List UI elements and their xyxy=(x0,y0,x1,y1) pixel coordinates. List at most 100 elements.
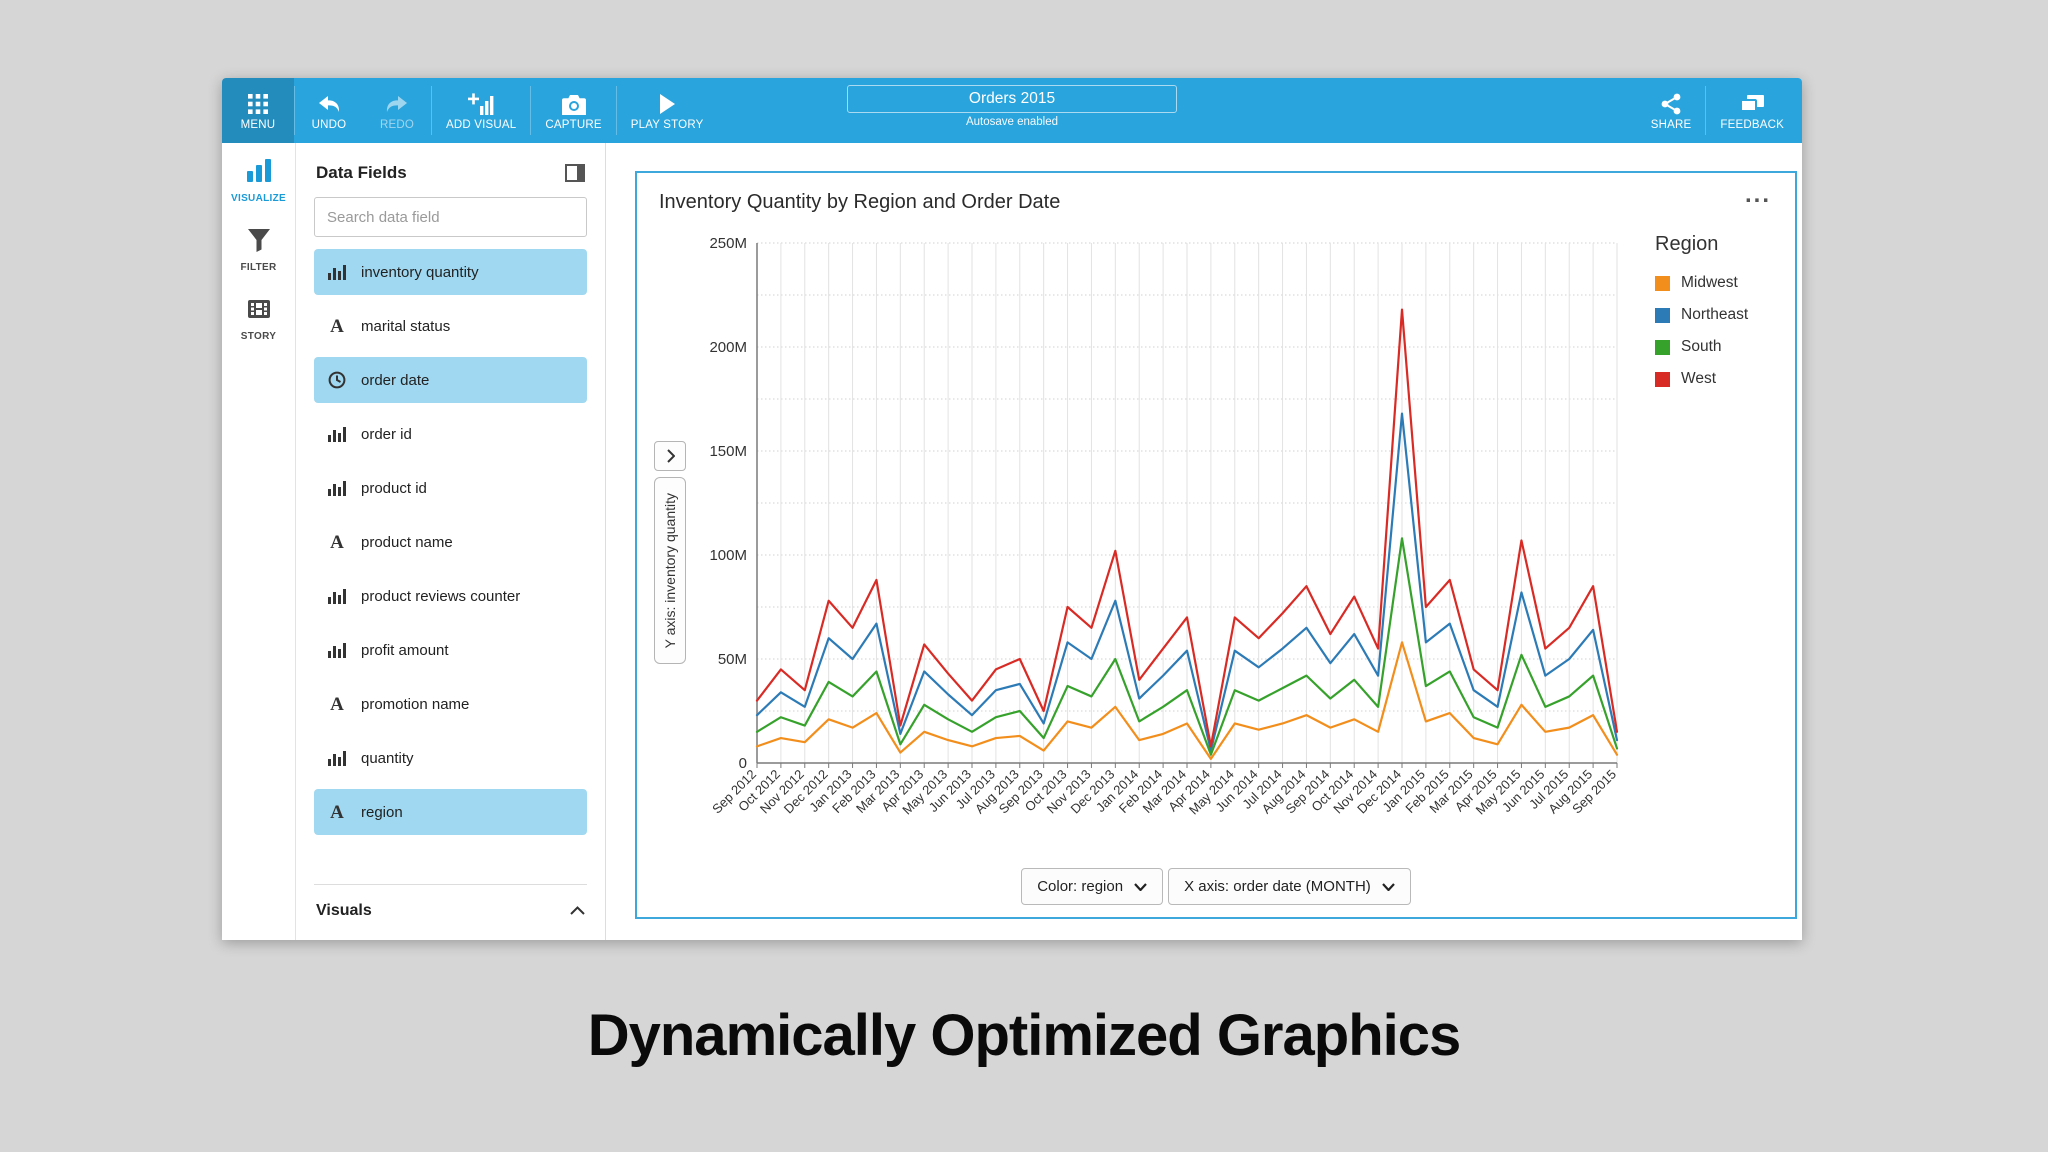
visuals-title: Visuals xyxy=(316,902,372,919)
share-icon xyxy=(1660,91,1682,115)
x-axis-dropdown[interactable]: X axis: order date (MONTH) xyxy=(1168,868,1411,905)
toolbar-button-label: REDO xyxy=(379,118,415,131)
legend-swatch xyxy=(1655,371,1670,387)
letter-a-icon: A xyxy=(330,801,344,823)
field-item-region[interactable]: Aregion xyxy=(314,789,587,835)
legend-title: Region xyxy=(1655,233,1719,255)
visuals-section-header[interactable]: Visuals xyxy=(314,884,587,940)
field-item-marital-status[interactable]: Amarital status xyxy=(314,303,587,349)
mini-bar-chart-icon xyxy=(326,750,348,766)
document-title[interactable]: Orders 2015 xyxy=(847,85,1177,113)
play-story-button[interactable]: PLAY STORY xyxy=(617,78,718,143)
undo-icon xyxy=(317,91,341,115)
field-item-quantity[interactable]: quantity xyxy=(314,735,587,781)
visual-card[interactable]: Inventory Quantity by Region and Order D… xyxy=(635,171,1797,919)
menu-button[interactable]: MENU xyxy=(222,78,294,143)
line-chart[interactable]: 0 50M 100M 150M 200M 250M Sep 2012 Oct 2012 Nov … xyxy=(695,229,1645,879)
field-item-order-date[interactable]: order date xyxy=(314,357,587,403)
field-item-promotion-name[interactable]: Apromotion name xyxy=(314,681,587,727)
field-label: region xyxy=(361,803,403,821)
field-label: order date xyxy=(361,371,430,389)
svg-text:200M: 200M xyxy=(709,339,747,356)
legend-label: Midwest xyxy=(1681,274,1738,291)
field-item-inventory-quantity[interactable]: inventory quantity xyxy=(314,249,587,295)
chevron-up-icon xyxy=(570,902,585,920)
camera-icon xyxy=(561,91,586,115)
sidebar-item-story[interactable]: STORY xyxy=(241,297,276,342)
field-item-profit-amount[interactable]: profit amount xyxy=(314,627,587,673)
legend-label: South xyxy=(1681,338,1722,355)
sidebar-item-visualize[interactable]: VISUALIZE xyxy=(231,159,286,204)
content-area: VISUALIZE FILTER STORY Data Fields Searc… xyxy=(222,143,1802,940)
film-icon xyxy=(247,297,271,326)
field-item-order-id[interactable]: order id xyxy=(314,411,587,457)
mini-bar-chart-icon xyxy=(326,642,348,658)
share-button[interactable]: SHARE xyxy=(1637,78,1706,143)
chart-title: Inventory Quantity by Region and Order D… xyxy=(659,191,1061,213)
legend-swatch xyxy=(1655,307,1670,323)
mini-bar-chart-icon xyxy=(326,264,348,280)
legend-item-south[interactable]: South xyxy=(1655,338,1795,356)
field-label: quantity xyxy=(361,749,414,767)
funnel-icon xyxy=(247,228,271,257)
legend-item-northeast[interactable]: Northeast xyxy=(1655,306,1795,324)
mini-bar-chart-icon xyxy=(326,426,348,442)
toolbar-button-label: PLAY STORY xyxy=(630,118,704,131)
undo-button[interactable]: UNDO xyxy=(295,78,363,143)
field-label: promotion name xyxy=(361,695,470,713)
legend-item-west[interactable]: West xyxy=(1655,370,1795,388)
y-axis-label: Y axis: inventory quantity xyxy=(662,493,678,649)
axis-controls: Color: region X axis: order date (MONTH) xyxy=(637,868,1795,905)
svg-text:250M: 250M xyxy=(709,235,747,252)
feedback-icon xyxy=(1740,91,1765,115)
mini-bar-chart-icon xyxy=(326,588,348,604)
bar-chart-icon xyxy=(246,159,272,188)
y-axis-control[interactable]: Y axis: inventory quantity xyxy=(653,441,687,665)
x-axis-dropdown-label: X axis: order date (MONTH) xyxy=(1184,878,1371,895)
toolbar-button-label: FEEDBACK xyxy=(1720,118,1784,131)
sidebar-rail: VISUALIZE FILTER STORY xyxy=(222,143,296,940)
chevron-down-icon xyxy=(1381,878,1395,895)
sidebar-item-filter[interactable]: FILTER xyxy=(240,228,276,273)
toolbar-right-group: SHARE FEEDBACK xyxy=(1637,78,1798,143)
document-title-group: Orders 2015 Autosave enabled xyxy=(847,85,1177,128)
feedback-button[interactable]: FEEDBACK xyxy=(1706,78,1798,143)
color-dropdown[interactable]: Color: region xyxy=(1021,868,1164,905)
panel-toggle-icon[interactable] xyxy=(565,164,585,182)
sidebar-item-label: STORY xyxy=(240,331,277,342)
toolbar-button-label: ADD VISUAL xyxy=(446,118,517,131)
legend-swatch xyxy=(1655,275,1670,291)
toolbar-button-label: SHARE xyxy=(1650,118,1692,131)
legend-item-midwest[interactable]: Midwest xyxy=(1655,274,1795,292)
add-visual-button[interactable]: ADD VISUAL xyxy=(432,78,530,143)
legend-items: Midwest Northeast South West xyxy=(1655,274,1795,388)
legend-label: Northeast xyxy=(1681,306,1749,323)
toolbar-button-label: MENU xyxy=(240,118,276,131)
data-fields-title: Data Fields xyxy=(316,163,407,182)
capture-button[interactable]: CAPTURE xyxy=(531,78,615,143)
search-input[interactable] xyxy=(314,197,587,237)
grid-icon xyxy=(247,91,269,115)
add-visual-icon xyxy=(468,91,494,115)
field-list: inventory quantity Amarital status order d… xyxy=(314,249,587,843)
field-item-product-id[interactable]: product id xyxy=(314,465,587,511)
chevron-right-icon xyxy=(654,441,686,471)
svg-text:100M: 100M xyxy=(709,547,747,564)
field-item-product-reviews-counter[interactable]: product reviews counter xyxy=(314,573,587,619)
chevron-down-icon xyxy=(1134,878,1147,895)
autosave-status: Autosave enabled xyxy=(965,116,1059,128)
field-label: product name xyxy=(361,533,453,551)
app-window: MENU UNDO REDO ADD VISUAL CAPTURE PLAY S… xyxy=(222,78,1802,940)
caption-text: Dynamically Optimized Graphics xyxy=(587,1003,1462,1068)
field-item-product-name[interactable]: Aproduct name xyxy=(314,519,587,565)
clock-icon xyxy=(326,371,348,389)
redo-button[interactable]: REDO xyxy=(363,78,431,143)
svg-text:150M: 150M xyxy=(709,443,747,460)
legend: Region Midwest Northeast South West xyxy=(1655,233,1795,402)
visual-menu-button[interactable]: ... xyxy=(1745,181,1771,209)
toolbar: MENU UNDO REDO ADD VISUAL CAPTURE PLAY S… xyxy=(222,78,1802,143)
letter-a-icon: A xyxy=(330,693,344,715)
sidebar-item-label: FILTER xyxy=(240,262,277,273)
redo-icon xyxy=(385,91,409,115)
field-label: profit amount xyxy=(361,641,449,659)
